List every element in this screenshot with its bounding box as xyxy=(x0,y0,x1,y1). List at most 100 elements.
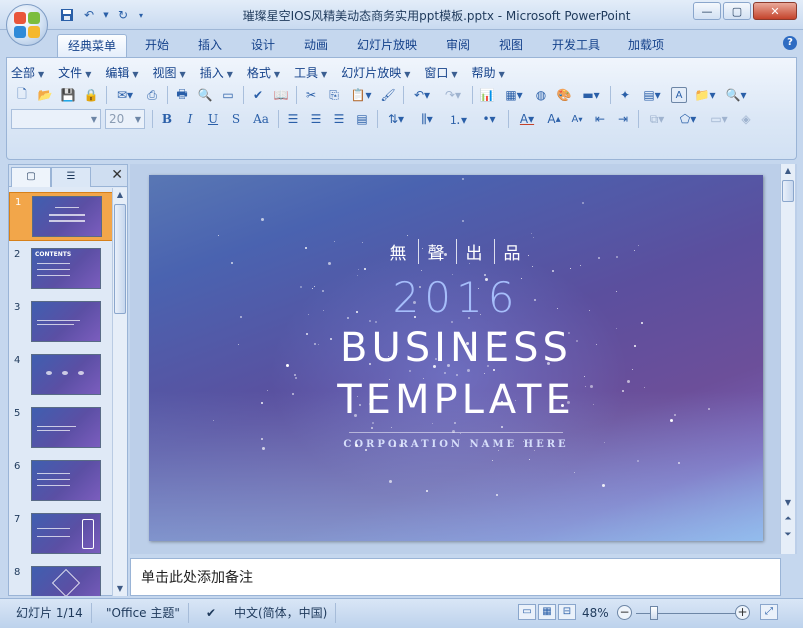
insert-table-icon[interactable]: ▦▾ xyxy=(499,85,529,105)
thumbnails-scrollbar[interactable]: ▲ ▼ xyxy=(112,188,127,596)
insert-chart-icon[interactable]: 📊 xyxy=(476,85,498,105)
justify-icon[interactable]: ▤ xyxy=(351,109,373,129)
change-case-button[interactable]: Aa xyxy=(248,109,274,129)
menu-view[interactable]: 视图 ▼ xyxy=(153,64,186,81)
text-box-icon[interactable]: A xyxy=(671,87,687,103)
previous-slide-icon[interactable]: ⏶ xyxy=(781,512,795,526)
spelling-icon[interactable]: ✔ xyxy=(247,85,269,105)
scroll-up-icon[interactable]: ▲ xyxy=(781,164,795,178)
maximize-button[interactable]: ▢ xyxy=(723,2,751,20)
tab-home[interactable]: 开始 xyxy=(135,34,179,57)
menu-help[interactable]: 帮助 ▼ xyxy=(472,64,505,81)
paste-icon[interactable]: 📋▾ xyxy=(346,85,376,105)
permission-icon[interactable]: 🔒 xyxy=(80,85,102,105)
menu-format[interactable]: 格式 ▼ xyxy=(247,64,280,81)
new-document-icon[interactable]: 🗋 xyxy=(11,85,33,105)
close-button[interactable]: ✕ xyxy=(753,2,797,20)
slide-thumbnail-5[interactable]: 5 xyxy=(9,404,113,453)
print-icon[interactable]: 🖶 xyxy=(171,85,193,105)
scrollbar-thumb[interactable] xyxy=(782,180,794,202)
tab-design[interactable]: 设计 xyxy=(241,34,285,57)
publish-icon[interactable]: ⎙ xyxy=(141,85,163,105)
align-left-icon[interactable]: ☰ xyxy=(282,109,304,129)
grayscale-icon[interactable]: ▭ xyxy=(217,85,239,105)
font-name-combo[interactable]: ▼ xyxy=(11,109,101,129)
slide-scrollbar[interactable]: ▲ ▼ ⏶ ⏷ xyxy=(780,164,795,554)
zoom-in-icon[interactable]: + xyxy=(735,605,750,620)
slide-thumbnail-1[interactable]: 1 xyxy=(9,192,113,241)
bullets-icon[interactable]: •▾ xyxy=(474,109,504,129)
spell-check-icon[interactable]: ✔ xyxy=(198,603,220,623)
shapes-icon[interactable]: ⬠▾ xyxy=(673,109,703,129)
open-folder-icon[interactable]: 📂 xyxy=(34,85,56,105)
redo-icon[interactable]: ↷▾ xyxy=(438,85,468,105)
tab-insert[interactable]: 插入 xyxy=(188,34,232,57)
underline-button[interactable]: U xyxy=(202,109,224,129)
slide-sorter-icon[interactable]: ▦ xyxy=(538,604,556,620)
align-right-icon[interactable]: ☰ xyxy=(328,109,350,129)
menu-edit[interactable]: 编辑 ▼ xyxy=(105,64,138,81)
office-button[interactable] xyxy=(6,4,48,46)
save-icon[interactable]: 💾 xyxy=(57,85,79,105)
increase-indent-icon[interactable]: ⇥ xyxy=(612,109,634,129)
decrease-font-icon[interactable]: A ▾ xyxy=(566,109,588,129)
numbering-icon[interactable]: ⒈▾ xyxy=(443,109,473,129)
language-indicator[interactable]: 中文(简体，中国) xyxy=(226,603,337,623)
scroll-down-icon[interactable]: ▼ xyxy=(781,496,795,510)
menu-all[interactable]: 全部 ▼ xyxy=(11,64,44,81)
zoom-slider-thumb[interactable] xyxy=(650,606,658,620)
menu-window[interactable]: 窗口 ▼ xyxy=(424,64,457,81)
font-color-icon[interactable]: A▾ xyxy=(512,109,542,129)
undo-icon[interactable]: ↶▾ xyxy=(407,85,437,105)
italic-button[interactable]: I xyxy=(179,109,201,129)
tab-slideshow[interactable]: 幻灯片放映 xyxy=(350,34,424,57)
open-folder-icon[interactable]: 📁▾ xyxy=(690,85,720,105)
slide-thumbnail-2[interactable]: 2 CONTENTS xyxy=(9,245,113,294)
insert-clipart-icon[interactable]: ◍ xyxy=(530,85,552,105)
slide-thumbnail-4[interactable]: 4 xyxy=(9,351,113,400)
columns-icon[interactable]: ⫼▾ xyxy=(412,109,442,129)
arrange-icon[interactable]: ⧉▾ xyxy=(642,109,672,129)
fit-to-window-icon[interactable]: ⤢ xyxy=(760,604,778,620)
close-pane-icon[interactable]: ✕ xyxy=(111,167,123,183)
zoom-icon[interactable]: 🔍▾ xyxy=(721,85,751,105)
tab-developer[interactable]: 开发工具 xyxy=(545,34,607,57)
shape-fill-icon[interactable]: ◈ xyxy=(735,109,757,129)
menu-file[interactable]: 文件 ▼ xyxy=(58,64,91,81)
slide-layout-icon[interactable]: ▬▾ xyxy=(576,85,606,105)
slide-thumbnail-7[interactable]: 7 xyxy=(9,510,113,559)
tab-slides[interactable]: ▢ xyxy=(11,167,51,187)
minimize-button[interactable]: — xyxy=(693,2,721,20)
align-center-icon[interactable]: ☰ xyxy=(305,109,327,129)
shadow-button[interactable]: S xyxy=(225,109,247,129)
menu-tools[interactable]: 工具 ▼ xyxy=(294,64,327,81)
menu-slideshow[interactable]: 幻灯片放映 ▼ xyxy=(341,64,410,81)
text-direction-icon[interactable]: ⇅▾ xyxy=(381,109,411,129)
tab-outline[interactable]: ☰ xyxy=(51,167,91,187)
help-icon[interactable]: ? xyxy=(783,36,797,50)
slide-thumbnail-6[interactable]: 6 xyxy=(9,457,113,506)
email-icon[interactable]: ✉▾ xyxy=(110,85,140,105)
tab-view[interactable]: 视图 xyxy=(489,34,533,57)
research-icon[interactable]: 📖 xyxy=(270,85,292,105)
slide-thumbnail-8[interactable]: 8 xyxy=(9,563,113,596)
decrease-indent-icon[interactable]: ⇤ xyxy=(589,109,611,129)
tab-classic-menu[interactable]: 经典菜单 xyxy=(57,34,127,57)
menu-insert[interactable]: 插入 ▼ xyxy=(200,64,233,81)
tab-addins[interactable]: 加载项 xyxy=(620,34,672,57)
notes-pane[interactable]: 单击此处添加备注 xyxy=(130,558,781,596)
zoom-out-icon[interactable]: − xyxy=(617,605,632,620)
theme-name[interactable]: "Office 主题" xyxy=(98,603,189,623)
scroll-down-icon[interactable]: ▼ xyxy=(113,582,127,596)
increase-font-icon[interactable]: A ▴ xyxy=(543,109,565,129)
quick-styles-icon[interactable]: ▭▾ xyxy=(704,109,734,129)
color-grayscale-icon[interactable]: 🎨 xyxy=(553,85,575,105)
copy-icon[interactable]: ⎘ xyxy=(323,85,345,105)
slide-thumbnail-3[interactable]: 3 xyxy=(9,298,113,347)
tab-animation[interactable]: 动画 xyxy=(294,34,338,57)
scrollbar-thumb[interactable] xyxy=(114,204,126,314)
zoom-percentage[interactable]: 48% xyxy=(574,603,617,623)
new-slide-icon[interactable]: ✦ xyxy=(614,85,636,105)
cut-icon[interactable]: ✂ xyxy=(300,85,322,105)
bold-button[interactable]: B xyxy=(156,109,178,129)
